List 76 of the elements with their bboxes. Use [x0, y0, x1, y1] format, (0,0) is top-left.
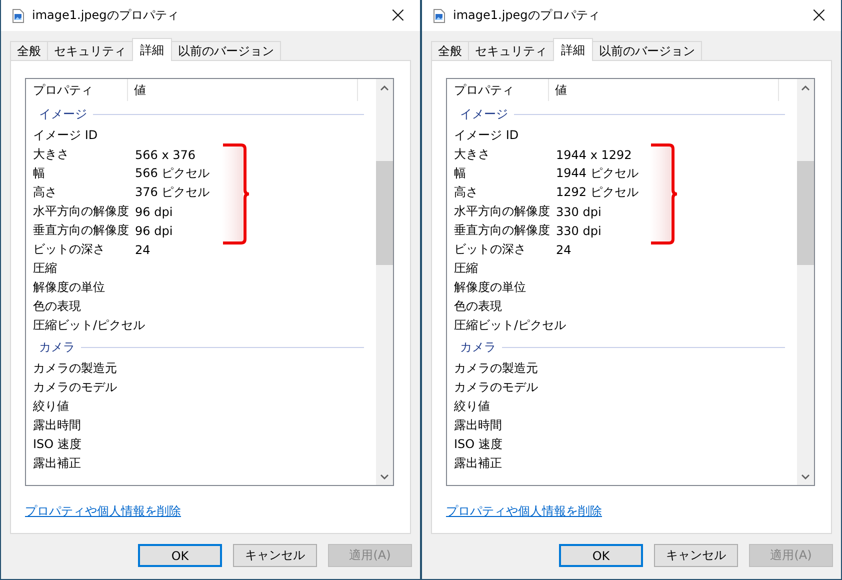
property-name: 圧縮ビット/ピクセル — [33, 317, 146, 334]
property-value: 24 — [556, 242, 572, 256]
property-name: 解像度の単位 — [33, 279, 106, 296]
group-header: イメージ — [460, 106, 508, 122]
property-name: ISO 速度 — [33, 436, 82, 453]
property-name: イメージ ID — [33, 127, 99, 144]
property-value: 330 dpi — [556, 204, 602, 218]
property-name: 垂直方向の解像度 — [454, 222, 551, 239]
remove-properties-link[interactable]: プロパティや個人情報を削除 — [25, 503, 181, 520]
property-name: 水平方向の解像度 — [33, 203, 130, 220]
property-name: ビットの深さ — [454, 241, 527, 258]
property-value: 1944 x 1292 — [556, 148, 632, 162]
column-header[interactable]: 値 — [128, 79, 358, 101]
tab[interactable]: 全般 — [431, 41, 469, 60]
group-header: カメラ — [39, 338, 75, 356]
dialog-button[interactable]: キャンセル — [654, 544, 738, 567]
property-name: 垂直方向の解像度 — [33, 222, 130, 239]
property-name: 幅 — [33, 165, 46, 182]
property-name: 色の表現 — [454, 298, 503, 315]
property-name: 露出補正 — [454, 455, 503, 472]
remove-properties-link[interactable]: プロパティや個人情報を削除 — [446, 503, 602, 520]
tab[interactable]: セキュリティ — [47, 41, 133, 60]
property-name: ISO 速度 — [454, 436, 504, 453]
property-name: 絞り値 — [454, 398, 491, 415]
close-button[interactable]: × — [797, 0, 841, 31]
dialog-button[interactable]: OK — [559, 544, 643, 567]
column-header[interactable]: 値 — [549, 79, 779, 101]
property-value: 96 dpi — [135, 204, 173, 218]
property-value: 330 dpi — [556, 224, 602, 238]
property-name: 高さ — [454, 184, 479, 201]
window-title: image1.jpegのプロパティ — [453, 7, 601, 24]
property-name: 大きさ — [33, 146, 70, 163]
tab[interactable]: 詳細 — [132, 38, 172, 61]
property-name: 露出補正 — [33, 455, 82, 472]
window-title: image1.jpegのプロパティ — [32, 7, 180, 24]
property-name: カメラのモデル — [454, 379, 539, 396]
image-file-icon — [12, 8, 24, 22]
property-name: 露出時間 — [454, 417, 503, 434]
column-header[interactable]: プロパティ — [26, 79, 128, 101]
tab[interactable]: 以前のバージョン — [171, 41, 281, 60]
property-name: 幅 — [454, 165, 467, 182]
image-file-icon — [433, 8, 445, 22]
property-value: 1944 ピクセル — [556, 165, 638, 182]
scrollbar-thumb[interactable] — [797, 161, 814, 265]
property-name: 絞り値 — [33, 398, 70, 415]
property-name: 圧縮ビット/ピクセル — [454, 317, 566, 334]
tab[interactable]: 全般 — [10, 41, 48, 60]
property-value: 566 x 376 — [135, 148, 196, 162]
property-value: 1292 ピクセル — [556, 184, 638, 201]
property-name: 水平方向の解像度 — [454, 203, 551, 220]
tab[interactable]: 以前のバージョン — [592, 41, 702, 60]
dialog-button[interactable]: OK — [138, 544, 222, 567]
property-value: 24 — [135, 242, 150, 256]
property-value: 96 dpi — [135, 224, 173, 238]
property-name: カメラの製造元 — [33, 360, 118, 377]
property-value: 376 ピクセル — [135, 184, 210, 201]
property-name: カメラのモデル — [33, 379, 118, 396]
property-name: 解像度の単位 — [454, 279, 527, 296]
property-name: 圧縮 — [454, 260, 479, 277]
group-header: カメラ — [460, 338, 496, 356]
property-name: 色の表現 — [33, 298, 82, 315]
column-header[interactable]: プロパティ — [447, 79, 549, 101]
property-name: カメラの製造元 — [454, 360, 539, 377]
property-name: 露出時間 — [33, 417, 82, 434]
tab[interactable]: 詳細 — [553, 38, 593, 61]
tab[interactable]: セキュリティ — [468, 41, 554, 60]
group-header: イメージ — [39, 106, 87, 122]
dialog-button[interactable]: キャンセル — [233, 544, 317, 567]
property-name: イメージ ID — [454, 127, 520, 144]
property-name: 大きさ — [454, 146, 491, 163]
close-button[interactable]: × — [376, 0, 420, 31]
property-name: ビットの深さ — [33, 241, 106, 258]
scrollbar-thumb[interactable] — [376, 161, 393, 265]
property-name: 高さ — [33, 184, 58, 201]
property-name: 圧縮 — [33, 260, 58, 277]
property-value: 566 ピクセル — [135, 165, 210, 182]
